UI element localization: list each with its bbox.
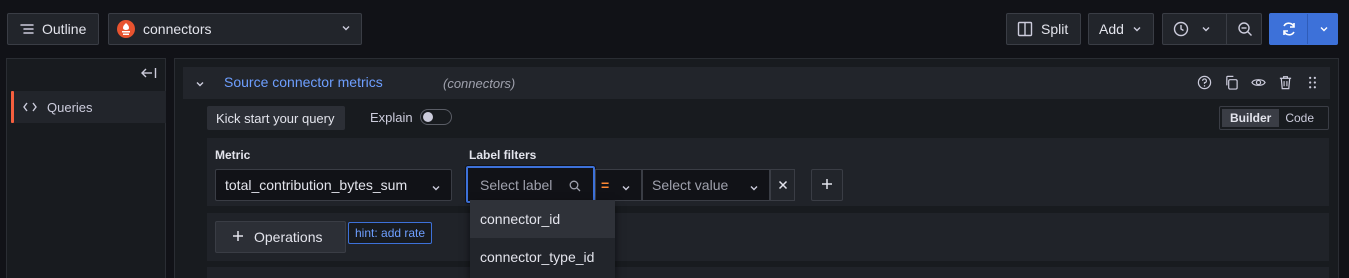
outline-button[interactable]: Outline bbox=[7, 13, 99, 45]
content-outline-sidebar: Queries bbox=[6, 58, 166, 278]
code-brackets-icon bbox=[23, 100, 37, 115]
delete-query-trash-icon[interactable] bbox=[1278, 75, 1293, 93]
query-title[interactable]: Source connector metrics bbox=[224, 74, 383, 90]
time-picker-group bbox=[1162, 13, 1262, 45]
label-select-placeholder: Select label bbox=[480, 176, 553, 193]
chevron-down-icon bbox=[1319, 24, 1329, 34]
query-row-header: Source connector metrics (connectors) bbox=[183, 67, 1330, 99]
value-select[interactable]: Select value bbox=[642, 169, 770, 201]
sidebar-item-queries[interactable]: Queries bbox=[11, 91, 166, 123]
plus-icon bbox=[232, 229, 244, 245]
label-dropdown-menu: connector_id connector_type_id bbox=[470, 200, 615, 278]
mode-code-option[interactable]: Code bbox=[1279, 109, 1320, 127]
editor-mode-switch: Builder Code bbox=[1219, 106, 1329, 130]
drag-handle-icon[interactable] bbox=[1305, 75, 1320, 93]
toggle-visibility-eye-icon[interactable] bbox=[1251, 75, 1266, 93]
query-actions bbox=[1197, 75, 1320, 93]
close-icon bbox=[778, 178, 788, 193]
help-icon[interactable] bbox=[1197, 75, 1212, 93]
explain-toggle[interactable] bbox=[420, 109, 452, 125]
run-query-group bbox=[1269, 13, 1338, 45]
search-icon bbox=[569, 179, 581, 195]
chevron-down-icon bbox=[341, 23, 351, 33]
datasource-name: connectors bbox=[143, 21, 212, 37]
dropdown-option[interactable]: connector_type_id bbox=[470, 238, 615, 276]
chevron-down-icon bbox=[621, 180, 631, 196]
mode-builder-option[interactable]: Builder bbox=[1222, 109, 1280, 127]
kick-start-query-button[interactable]: Kick start your query bbox=[207, 106, 345, 130]
value-select-placeholder: Select value bbox=[652, 177, 729, 193]
add-label: Add bbox=[1099, 21, 1124, 37]
operator-value: = bbox=[601, 177, 610, 193]
sidebar-item-label: Queries bbox=[47, 99, 93, 115]
kick-start-label: Kick start your query bbox=[216, 110, 335, 126]
dropdown-option[interactable]: connector_id bbox=[470, 200, 615, 238]
plus-icon bbox=[821, 178, 833, 193]
metric-label: Metric bbox=[215, 148, 251, 162]
label-filters-label: Label filters bbox=[469, 148, 537, 162]
label-select-input[interactable]: Select label bbox=[465, 165, 596, 204]
clock-icon bbox=[1173, 21, 1189, 37]
run-query-button[interactable] bbox=[1270, 14, 1308, 44]
operations-label: Operations bbox=[254, 229, 323, 245]
query-datasource-label: (connectors) bbox=[443, 76, 516, 91]
hint-add-rate-button[interactable]: hint: add rate bbox=[348, 222, 433, 244]
chevron-down-icon bbox=[431, 180, 441, 196]
outline-icon bbox=[20, 23, 34, 35]
operator-select[interactable]: = bbox=[595, 169, 642, 201]
zoom-out-button[interactable] bbox=[1228, 14, 1262, 44]
add-button[interactable]: Add bbox=[1088, 13, 1154, 45]
chevron-down-icon bbox=[1132, 24, 1142, 34]
explain-label: Explain bbox=[370, 110, 413, 125]
time-picker-button[interactable] bbox=[1163, 14, 1227, 44]
metric-value: total_contribution_bytes_sum bbox=[225, 177, 408, 193]
split-button[interactable]: Split bbox=[1006, 13, 1081, 45]
split-icon bbox=[1017, 21, 1033, 37]
collapse-sidebar-icon[interactable] bbox=[141, 67, 157, 82]
chevron-down-icon bbox=[749, 180, 759, 196]
run-options-button[interactable] bbox=[1309, 14, 1338, 44]
datasource-picker[interactable]: connectors bbox=[108, 13, 362, 45]
outline-label: Outline bbox=[42, 21, 87, 37]
split-label: Split bbox=[1041, 21, 1069, 37]
remove-filter-button[interactable] bbox=[770, 169, 795, 201]
operations-button[interactable]: Operations bbox=[215, 221, 346, 253]
chevron-down-icon bbox=[1201, 24, 1211, 34]
duplicate-query-icon[interactable] bbox=[1224, 75, 1239, 93]
collapse-query-icon[interactable] bbox=[195, 77, 205, 92]
metric-select[interactable]: total_contribution_bytes_sum bbox=[215, 169, 452, 201]
next-section bbox=[207, 267, 1329, 278]
refresh-icon bbox=[1281, 21, 1297, 37]
add-filter-button[interactable] bbox=[811, 169, 843, 201]
datasource-logo-icon bbox=[117, 20, 135, 38]
toggle-knob bbox=[423, 112, 433, 122]
zoom-out-icon bbox=[1237, 21, 1253, 37]
